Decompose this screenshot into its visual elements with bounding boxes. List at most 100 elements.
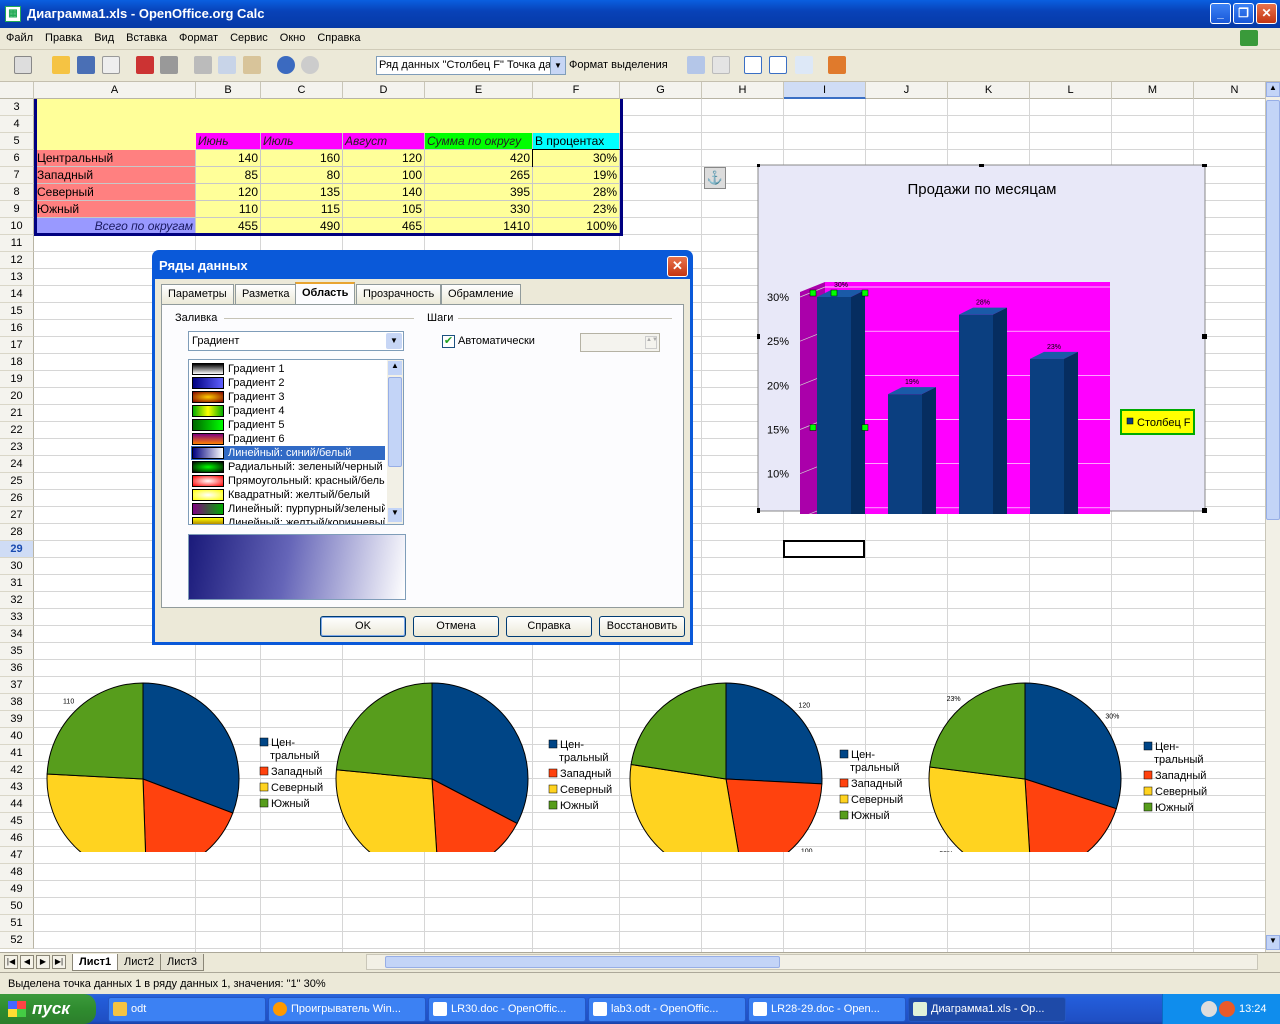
tray-icon[interactable] bbox=[1201, 1001, 1217, 1017]
close-button[interactable]: ✕ bbox=[1256, 3, 1277, 24]
steps-spinner[interactable]: ▲▼ bbox=[580, 333, 660, 352]
column-header-n[interactable]: N bbox=[1194, 82, 1265, 99]
row-header-12[interactable]: 12 bbox=[0, 252, 34, 269]
row-header-22[interactable]: 22 bbox=[0, 422, 34, 439]
row-header-17[interactable]: 17 bbox=[0, 337, 34, 354]
print-icon[interactable] bbox=[160, 56, 178, 74]
row-header-49[interactable]: 49 bbox=[0, 881, 34, 898]
column-header-m[interactable]: M bbox=[1112, 82, 1194, 99]
paste-icon[interactable] bbox=[243, 56, 261, 74]
chevron-down-icon[interactable]: ▼ bbox=[386, 333, 402, 349]
scroll-down-arrow-icon[interactable]: ▼ bbox=[388, 508, 402, 522]
vertical-scrollbar[interactable]: ▲ ▼ bbox=[1265, 82, 1280, 952]
minimize-button[interactable]: _ bbox=[1210, 3, 1231, 24]
menu-format[interactable]: Формат bbox=[173, 28, 224, 48]
anchor-icon[interactable]: ⚓ bbox=[704, 167, 726, 189]
format-selection-button[interactable]: Формат выделения bbox=[569, 56, 668, 75]
export-pdf-icon[interactable] bbox=[136, 56, 154, 74]
taskbar-item-lr28[interactable]: LR28-29.doc - Open... bbox=[748, 997, 906, 1022]
menu-window[interactable]: Окно bbox=[274, 28, 312, 48]
row-header-6[interactable]: 6 bbox=[0, 150, 34, 167]
row-header-13[interactable]: 13 bbox=[0, 269, 34, 286]
tab-layout[interactable]: Разметка bbox=[235, 284, 297, 304]
row-header-26[interactable]: 26 bbox=[0, 490, 34, 507]
row-header-51[interactable]: 51 bbox=[0, 915, 34, 932]
h-scroll-thumb[interactable] bbox=[385, 956, 780, 968]
row-header-10[interactable]: 10 bbox=[0, 218, 34, 235]
taskbar-item-lab3[interactable]: lab3.odt - OpenOffic... bbox=[588, 997, 746, 1022]
column-header-f[interactable]: F bbox=[533, 82, 620, 99]
gradient-list-item[interactable]: Радиальный: зеленый/черный bbox=[191, 460, 385, 474]
scroll-thumb[interactable] bbox=[388, 377, 402, 467]
gradient-list-item[interactable]: Линейный: синий/белый bbox=[191, 446, 385, 460]
bar-chart[interactable]: Продажи по месяцам30%25%20%15%10%5%0%30%… bbox=[757, 164, 1207, 514]
column-header-i[interactable]: I bbox=[784, 82, 866, 99]
next-sheet-icon[interactable]: ▶ bbox=[36, 955, 50, 969]
update-icon[interactable] bbox=[1240, 30, 1258, 46]
sheet-tab-2[interactable]: Лист2 bbox=[117, 954, 162, 971]
start-button[interactable]: пуск bbox=[0, 994, 96, 1024]
scroll-down-arrow-icon[interactable]: ▼ bbox=[1266, 935, 1280, 950]
reset-button[interactable]: Восстановить bbox=[599, 616, 685, 637]
gradient-list[interactable]: Градиент 1 Градиент 2 Градиент 3 Градиент 4… bbox=[188, 359, 404, 525]
tab-transparency[interactable]: Прозрачность bbox=[356, 284, 442, 304]
scroll-thumb[interactable] bbox=[1266, 100, 1280, 520]
column-header-a[interactable]: A bbox=[34, 82, 196, 99]
scale-text-icon[interactable] bbox=[795, 56, 813, 74]
menu-insert[interactable]: Вставка bbox=[120, 28, 173, 48]
row-header-23[interactable]: 23 bbox=[0, 439, 34, 456]
column-header-d[interactable]: D bbox=[343, 82, 425, 99]
taskbar-item-lr30[interactable]: LR30.doc - OpenOffic... bbox=[428, 997, 586, 1022]
row-header-48[interactable]: 48 bbox=[0, 864, 34, 881]
chart-element-select[interactable]: Ряд данных "Столбец F" Точка да ▼ bbox=[376, 56, 566, 75]
prev-sheet-icon[interactable]: ◀ bbox=[20, 955, 34, 969]
new-document-icon[interactable] bbox=[14, 56, 32, 74]
chevron-down-icon[interactable]: ▼ bbox=[550, 57, 565, 74]
open-folder-icon[interactable] bbox=[52, 56, 70, 74]
help-button[interactable]: Справка bbox=[506, 616, 592, 637]
menu-help[interactable]: Справка bbox=[311, 28, 366, 48]
dialog-close-button[interactable]: ✕ bbox=[667, 256, 688, 277]
cut-icon[interactable] bbox=[194, 56, 212, 74]
gradient-list-item[interactable]: Градиент 2 bbox=[191, 376, 385, 390]
sheet-tab-3[interactable]: Лист3 bbox=[160, 954, 205, 971]
row-header-27[interactable]: 27 bbox=[0, 507, 34, 524]
ok-button[interactable]: OK bbox=[320, 616, 406, 637]
gradient-list-item[interactable]: Линейный: пурпурный/зеленый bbox=[191, 502, 385, 516]
column-header-b[interactable]: B bbox=[196, 82, 261, 99]
gradient-list-item[interactable]: Градиент 1 bbox=[191, 362, 385, 376]
chart-data-table-icon[interactable] bbox=[712, 56, 730, 74]
tab-area[interactable]: Область bbox=[295, 282, 356, 305]
row-header-50[interactable]: 50 bbox=[0, 898, 34, 915]
gradient-list-item[interactable]: Квадратный: желтый/белый bbox=[191, 488, 385, 502]
column-header-j[interactable]: J bbox=[866, 82, 948, 99]
email-icon[interactable] bbox=[102, 56, 120, 74]
scroll-up-arrow-icon[interactable]: ▲ bbox=[1266, 82, 1280, 97]
gradient-list-item[interactable]: Градиент 5 bbox=[191, 418, 385, 432]
row-header-3[interactable]: 3 bbox=[0, 99, 34, 116]
scroll-up-arrow-icon[interactable]: ▲ bbox=[388, 361, 402, 375]
row-header-4[interactable]: 4 bbox=[0, 116, 34, 133]
gradient-list-item[interactable]: Градиент 3 bbox=[191, 390, 385, 404]
column-header-h[interactable]: H bbox=[702, 82, 784, 99]
column-header-c[interactable]: C bbox=[261, 82, 343, 99]
corner-cell[interactable] bbox=[0, 82, 34, 99]
gradient-list-item[interactable]: Прямоугольный: красный/белый bbox=[191, 474, 385, 488]
chart-type-icon[interactable] bbox=[687, 56, 705, 74]
column-header-e[interactable]: E bbox=[425, 82, 533, 99]
row-header-5[interactable]: 5 bbox=[0, 133, 34, 150]
row-header-21[interactable]: 21 bbox=[0, 405, 34, 422]
sheet-tab-1[interactable]: Лист1 bbox=[72, 954, 119, 971]
copy-icon[interactable] bbox=[218, 56, 236, 74]
menu-view[interactable]: Вид bbox=[88, 28, 120, 48]
insert-chart-icon[interactable] bbox=[828, 56, 846, 74]
row-header-11[interactable]: 11 bbox=[0, 235, 34, 252]
column-header-g[interactable]: G bbox=[620, 82, 702, 99]
save-icon[interactable] bbox=[77, 56, 95, 74]
row-header-25[interactable]: 25 bbox=[0, 473, 34, 490]
horizontal-grid-icon[interactable] bbox=[744, 56, 762, 74]
undo-icon[interactable] bbox=[277, 56, 295, 74]
menu-edit[interactable]: Правка bbox=[39, 28, 88, 48]
column-header-l[interactable]: L bbox=[1030, 82, 1112, 99]
row-header-8[interactable]: 8 bbox=[0, 184, 34, 201]
